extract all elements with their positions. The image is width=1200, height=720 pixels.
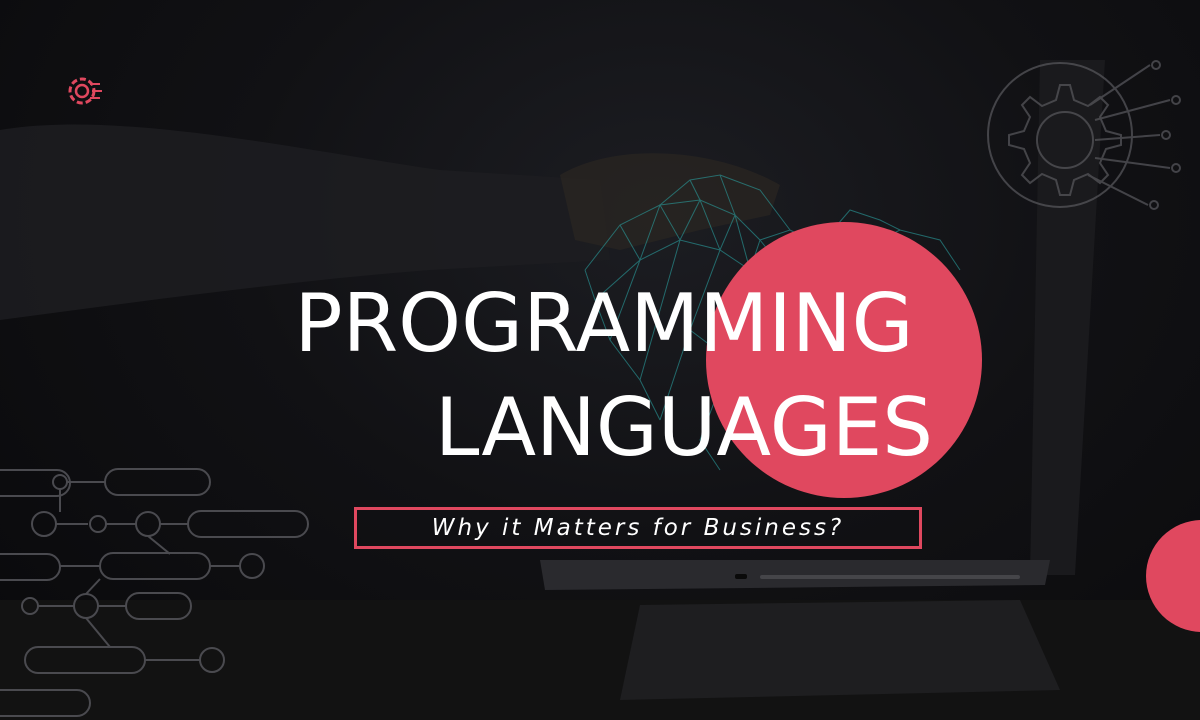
subtitle: Why it Matters for Business? [431, 515, 845, 541]
title-line-2: LANGUAGES [434, 381, 934, 474]
laptop-vent [760, 575, 1020, 579]
hand-silhouette [560, 153, 780, 250]
paper-sheet [620, 600, 1060, 700]
banner: PROGRAMMING LANGUAGES Why it Matters for… [0, 0, 1200, 720]
subtitle-box: Why it Matters for Business? [354, 507, 922, 549]
laptop-slot [735, 574, 747, 579]
gear-c-logo-icon [68, 77, 102, 105]
title-line-1: PROGRAMMING [294, 277, 914, 370]
